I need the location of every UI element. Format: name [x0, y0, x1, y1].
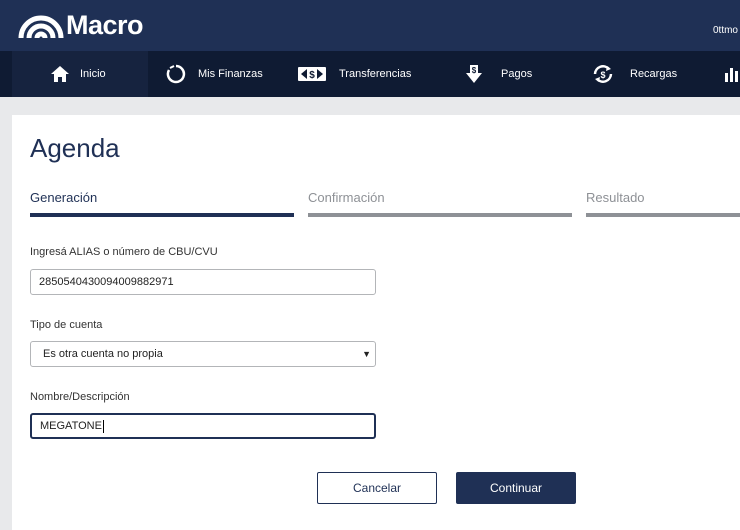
nav-item-mis-finanzas[interactable]: Mis Finanzas — [166, 51, 263, 97]
svg-text:$: $ — [600, 70, 605, 80]
step-bar-inactive — [586, 213, 740, 217]
description-value: MEGATONE — [40, 420, 102, 432]
cbu-value: 2850540430094009882971 — [39, 276, 174, 288]
nav-item-pagos[interactable]: $ Pagos — [465, 51, 532, 97]
page-title: Agenda — [30, 133, 120, 163]
account-type-select[interactable]: Es otra cuenta no propia ▼ — [30, 341, 376, 367]
top-header: Macro 0ttmo — [0, 0, 740, 51]
macro-logo[interactable]: Macro — [18, 8, 144, 42]
text-cursor — [102, 419, 104, 433]
payment-icon: $ — [466, 65, 482, 83]
cbu-label: Ingresá ALIAS o número de CBU/CVU — [30, 246, 218, 258]
dropdown-arrow-icon: ▼ — [362, 349, 371, 359]
transfer-icon: $ — [298, 67, 326, 81]
step-generacion: Generación — [30, 190, 97, 205]
step-bar-active — [30, 213, 294, 217]
description-label: Nombre/Descripción — [30, 391, 130, 403]
nav-item-more[interactable] — [724, 51, 740, 97]
nav-item-recargas[interactable]: $ Recargas — [592, 51, 677, 97]
cancel-button[interactable]: Cancelar — [317, 472, 437, 504]
nav-label: Transferencias — [339, 68, 412, 80]
step-confirmacion: Confirmación — [308, 190, 385, 205]
recharge-icon: $ — [593, 65, 613, 83]
macro-logo-icon — [18, 15, 64, 39]
nav-label: Inicio — [80, 68, 106, 80]
step-bar-inactive — [308, 213, 572, 217]
cbu-input[interactable]: 2850540430094009882971 — [30, 269, 376, 295]
brand-name: Macro — [66, 9, 144, 40]
account-type-value: Es otra cuenta no propia — [43, 348, 163, 360]
description-input[interactable]: MEGATONE — [30, 413, 376, 439]
nav-label: Pagos — [501, 68, 533, 80]
nav-label: Mis Finanzas — [198, 68, 263, 80]
svg-text:$: $ — [472, 66, 477, 75]
continue-button[interactable]: Continuar — [456, 472, 576, 504]
nav-item-transferencias[interactable]: $ Transferencias — [297, 51, 411, 97]
nav-item-inicio[interactable]: Inicio — [12, 51, 148, 97]
step-label: Resultado — [586, 190, 645, 205]
account-type-label: Tipo de cuenta — [30, 319, 103, 331]
user-name: 0ttmo — [712, 25, 738, 36]
step-label: Generación — [30, 190, 98, 205]
step-resultado: Resultado — [586, 190, 645, 205]
main-nav: Inicio Mis Finanzas $ Transferencias $ P… — [0, 51, 740, 97]
bar-chart-icon — [725, 68, 738, 82]
svg-text:$: $ — [309, 70, 315, 81]
home-icon — [51, 66, 69, 82]
step-label: Confirmación — [308, 190, 385, 205]
nav-label: Recargas — [630, 68, 678, 80]
content-card — [12, 115, 740, 530]
circle-chart-icon — [166, 64, 186, 84]
